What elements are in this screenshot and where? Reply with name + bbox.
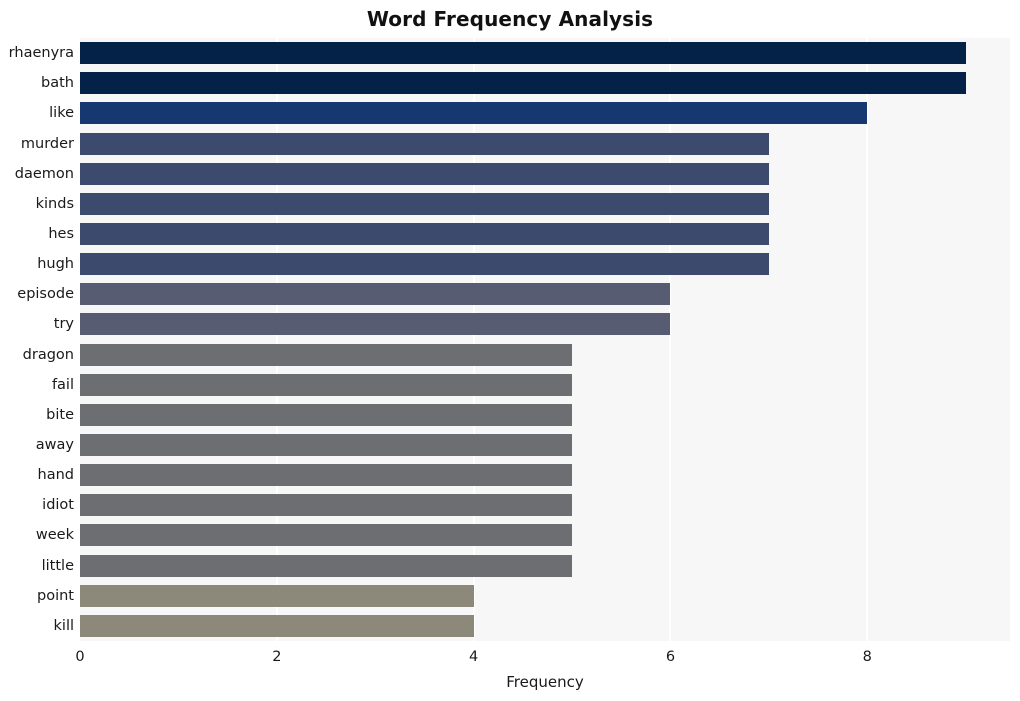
y-tick-label: bath — [41, 74, 74, 91]
bar[interactable] — [80, 72, 966, 95]
bar-row[interactable] — [80, 159, 1010, 189]
bar[interactable] — [80, 464, 573, 487]
y-tick-label: bite — [46, 406, 74, 423]
bar[interactable] — [80, 102, 868, 125]
bar[interactable] — [80, 343, 573, 366]
bar-row[interactable] — [80, 520, 1010, 550]
y-axis-tick-labels: rhaenyra bath like murder daemon kinds hes hugh… — [0, 38, 74, 641]
y-tick-label: daemon — [14, 165, 74, 182]
bar-row[interactable] — [80, 551, 1010, 581]
bar-row[interactable] — [80, 219, 1010, 249]
bar[interactable] — [80, 162, 769, 185]
bar[interactable] — [80, 313, 671, 336]
x-tick-label: 8 — [862, 649, 872, 665]
chart-title: Word Frequency Analysis — [366, 7, 654, 31]
bar[interactable] — [80, 132, 769, 155]
bar[interactable] — [80, 222, 769, 245]
y-tick-label: dragon — [22, 346, 74, 363]
y-tick-label: fail — [51, 376, 74, 393]
bar[interactable] — [80, 192, 769, 215]
bar[interactable] — [80, 524, 573, 547]
bar-row[interactable] — [80, 430, 1010, 460]
bar[interactable] — [80, 494, 573, 517]
chart-figure: Word Frequency Analysis rhaenyra bath like… — [0, 0, 1020, 701]
y-tick-label: episode — [17, 286, 74, 303]
y-tick-label: rhaenyra — [8, 44, 74, 61]
x-tick-label: 2 — [272, 649, 282, 665]
y-tick-label: hugh — [37, 255, 74, 272]
y-tick-label: away — [35, 436, 74, 453]
bar-row[interactable] — [80, 490, 1010, 520]
bar[interactable] — [80, 434, 573, 456]
bar-row[interactable] — [80, 460, 1010, 490]
bar[interactable] — [80, 584, 474, 607]
bar-row[interactable] — [80, 98, 1010, 128]
bar-row[interactable] — [80, 370, 1010, 400]
y-tick-label: kinds — [35, 195, 74, 212]
bar-row[interactable] — [80, 189, 1010, 219]
y-tick-label: little — [41, 557, 74, 574]
y-tick-label: week — [35, 527, 74, 544]
bar[interactable] — [80, 283, 671, 306]
y-tick-label: like — [49, 105, 74, 122]
bar-row[interactable] — [80, 249, 1010, 279]
bar-row[interactable] — [80, 68, 1010, 98]
bar-row[interactable] — [80, 581, 1010, 611]
y-tick-label: idiot — [42, 497, 74, 514]
bar-row[interactable] — [80, 309, 1010, 339]
y-tick-label: kill — [53, 617, 74, 634]
bars-layer — [80, 38, 1010, 641]
y-tick-label: murder — [20, 135, 74, 152]
x-tick-label: 0 — [75, 649, 85, 665]
bar-row[interactable] — [80, 611, 1010, 641]
bar-row[interactable] — [80, 38, 1010, 68]
bar[interactable] — [80, 554, 573, 577]
x-axis-tick-labels: 0 2 4 6 8 — [75, 641, 1010, 671]
bar[interactable] — [80, 42, 966, 65]
bar-row[interactable] — [80, 340, 1010, 370]
bar[interactable] — [80, 373, 573, 396]
bar[interactable] — [80, 403, 573, 426]
bar-row[interactable] — [80, 128, 1010, 158]
y-tick-label: hand — [37, 466, 74, 483]
y-tick-label: try — [53, 316, 74, 333]
y-tick-label: point — [37, 587, 74, 604]
bar-row[interactable] — [80, 279, 1010, 309]
x-tick-label: 4 — [469, 649, 479, 665]
bar[interactable] — [80, 614, 474, 637]
x-tick-label: 6 — [665, 649, 676, 665]
bar[interactable] — [80, 253, 769, 276]
x-axis-label: Frequency — [506, 673, 584, 691]
bar-row[interactable] — [80, 400, 1010, 430]
y-tick-label: hes — [48, 225, 74, 242]
plot-area — [80, 38, 1010, 641]
